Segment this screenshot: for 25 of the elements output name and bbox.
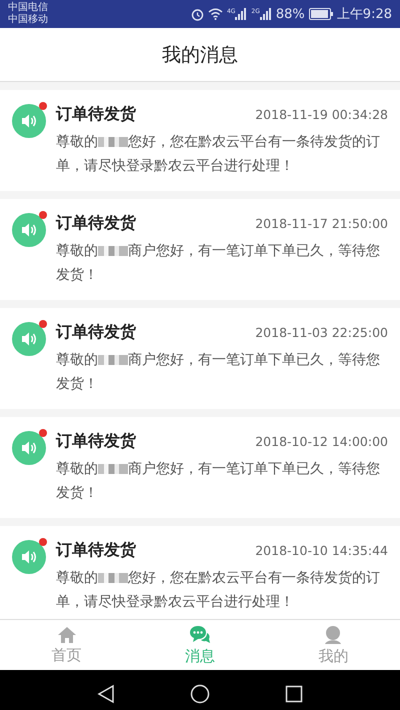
message-time: 2018-11-03 22:25:00 bbox=[255, 324, 388, 340]
message-item[interactable]: 订单待发货 2018-10-12 14:00:00 尊敬的 商户您好，有一笔订单下单已久，等待您发货！ bbox=[0, 417, 400, 518]
message-time: 2018-10-10 14:35:44 bbox=[255, 542, 388, 558]
message-item[interactable]: 订单待发货 2018-11-03 22:25:00 尊敬的 商户您好，有一笔订单下单已久，等待您发货！ bbox=[0, 308, 400, 409]
message-item[interactable]: 订单待发货 2018-10-10 14:35:44 尊敬的 您好，您在黔农云平台有一条待发货的订单，请尽快登录黔农云平台进行处理！ bbox=[0, 526, 400, 619]
message-time: 2018-11-19 00:34:28 bbox=[255, 106, 388, 122]
message-time: 2018-10-12 14:00:00 bbox=[255, 434, 388, 448]
message-title: 订单待发货 bbox=[56, 104, 136, 124]
carrier-name: 中国移动 bbox=[8, 14, 48, 26]
message-title: 订单待发货 bbox=[56, 322, 136, 342]
message-text: 尊敬的 商户您好，有一笔订单下单已久，等待您发货！ bbox=[56, 242, 381, 285]
message-text: 尊敬的 您好，您在黔农云平台有一条待发货的订单，请尽快登录黔农云平台进行处理！ bbox=[56, 133, 381, 176]
clock-time: 上午9:28 bbox=[336, 6, 392, 23]
message-title: 订单待发货 bbox=[56, 212, 136, 234]
message-text: 尊敬的 商户您好，有一笔订单下单已久，等待您发货！ bbox=[56, 460, 381, 503]
message-text: 尊敬的 您好，您在黔农云平台有一条待发货的订单，请尽快登录黔农云平台进行处理！ bbox=[56, 569, 381, 612]
page-title: 我的消息 bbox=[162, 42, 238, 68]
message-item[interactable]: 订单待发货 2018-11-17 21:50:00 尊敬的 商户您好，有一笔订单下单已久，等待您发货！ bbox=[0, 199, 400, 300]
message-time: 2018-11-17 21:50:00 bbox=[255, 216, 388, 230]
battery-percent: 88% bbox=[276, 6, 305, 22]
message-item[interactable]: 订单待发货 2018-11-19 00:34:28 尊敬的 您好，您在黔农云平台有一条待发货的订单，请尽快登录黔农云平台进行处理！ bbox=[0, 90, 400, 191]
message-title: 订单待发货 bbox=[56, 430, 136, 452]
message-title: 订单待发货 bbox=[56, 540, 136, 560]
message-text: 尊敬的 商户您好，有一笔订单下单已久，等待您发货！ bbox=[56, 351, 381, 394]
carrier-name: 中国电信 bbox=[8, 2, 48, 14]
